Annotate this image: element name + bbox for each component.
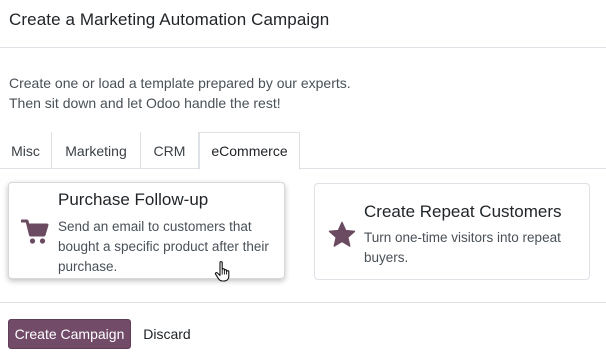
template-tabs: Misc Marketing CRM eCommerce bbox=[0, 132, 606, 170]
hand-pointer-cursor-icon bbox=[213, 260, 233, 282]
dialog-header: Create a Marketing Automation Campaign bbox=[0, 0, 606, 48]
discard-button[interactable]: Discard bbox=[137, 319, 197, 349]
intro-line-2: Then sit down and let Odoo handle the re… bbox=[9, 95, 281, 111]
create-campaign-button[interactable]: Create Campaign bbox=[8, 319, 131, 349]
tab-ecommerce[interactable]: eCommerce bbox=[199, 132, 300, 170]
shopping-cart-icon bbox=[20, 219, 49, 245]
intro-text: Create one or load a template prepared b… bbox=[9, 73, 351, 113]
tab-misc[interactable]: Misc bbox=[0, 132, 52, 169]
template-card-create-repeat-customers[interactable]: Create Repeat Customers Turn one-time vi… bbox=[314, 183, 590, 280]
template-card-purchase-follow-up[interactable]: Purchase Follow-up Send an email to cust… bbox=[8, 182, 285, 279]
intro-line-1: Create one or load a template prepared b… bbox=[9, 75, 351, 91]
star-icon bbox=[328, 221, 356, 249]
tab-marketing[interactable]: Marketing bbox=[52, 132, 141, 169]
card-title: Create Repeat Customers bbox=[364, 202, 562, 221]
tab-crm[interactable]: CRM bbox=[141, 132, 199, 169]
dialog-footer: Create Campaign Discard bbox=[0, 302, 606, 356]
card-description: Turn one-time visitors into repeat buyer… bbox=[364, 230, 561, 265]
card-title: Purchase Follow-up bbox=[58, 190, 209, 209]
dialog-title: Create a Marketing Automation Campaign bbox=[9, 10, 330, 29]
card-description: Send an email to customers that bought a… bbox=[58, 219, 269, 274]
